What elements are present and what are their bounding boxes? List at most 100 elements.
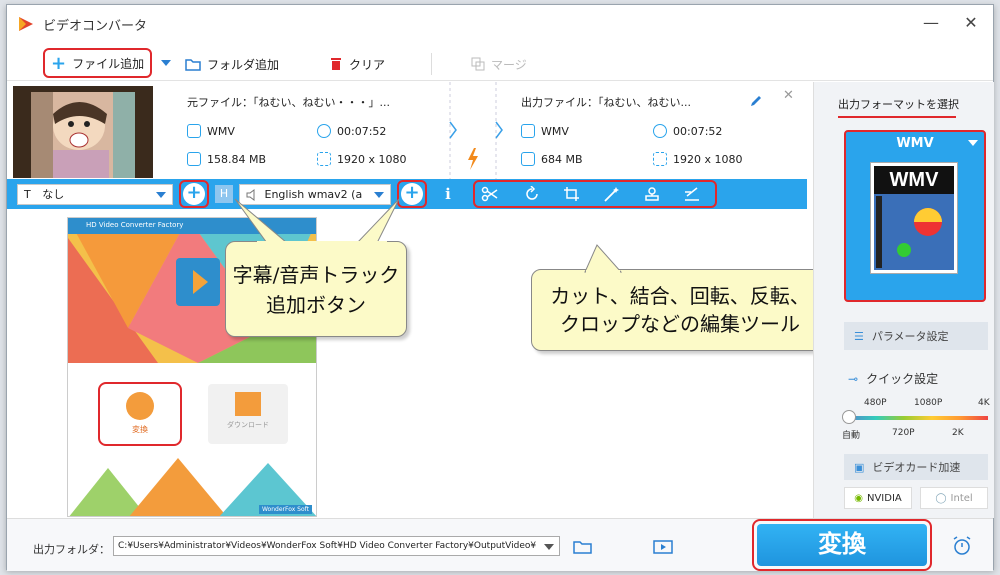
tick-1080p: 1080P — [914, 398, 943, 408]
crop-icon[interactable] — [563, 186, 581, 202]
download-icon — [235, 392, 261, 416]
source-duration: 00:07:52 — [317, 124, 386, 138]
clock-icon — [653, 124, 667, 138]
remove-task-icon[interactable]: ✕ — [783, 88, 794, 103]
magic-wand-icon[interactable] — [603, 186, 621, 202]
close-button[interactable]: ✕ — [957, 13, 985, 35]
app-logo-icon — [19, 17, 33, 31]
output-folder-path[interactable]: C:¥Users¥Administrator¥Videos¥WonderFox … — [113, 536, 560, 556]
intel-label: Intel — [950, 492, 973, 504]
toolbar: + ファイル追加 フォルダ追加 クリア マージ — [7, 43, 993, 81]
edit-name-icon[interactable] — [749, 94, 763, 108]
resolution-icon — [317, 152, 331, 166]
preview-download-label: ダウンロード — [227, 421, 269, 429]
convert-button-highlight: 変換 — [752, 519, 932, 571]
output-folder-label: 出力フォルダ： — [33, 543, 110, 556]
wmv-format-icon: WMV — [870, 162, 958, 274]
quick-settings-title: ⊸ クイック設定 — [848, 370, 938, 387]
gpu-acceleration-button[interactable]: ▣ ビデオカード加速 — [844, 454, 988, 480]
source-file-label: 元ファイル：「ねむい、ねむい・・・」... — [187, 96, 390, 109]
add-folder-button[interactable]: フォルダ追加 — [179, 51, 285, 77]
watermark-stamp-icon[interactable] — [643, 186, 661, 202]
task-item[interactable]: 元ファイル：「ねむい、ねむい・・・」... WMV 00:07:52 158.8… — [7, 82, 807, 180]
chip-icon: ▣ — [854, 460, 865, 474]
output-format-name: WMV — [896, 136, 934, 151]
output-format: WMV — [521, 124, 569, 138]
tick-2k: 2K — [952, 428, 964, 438]
output-format-tab[interactable]: 出力フォーマットを選択 — [838, 96, 959, 112]
folder-size-icon — [521, 152, 535, 166]
quality-slider-handle[interactable] — [842, 410, 856, 424]
nvidia-toggle[interactable]: ◉ NVIDIA — [844, 487, 912, 509]
video-file-icon — [187, 124, 201, 138]
output-resolution: 1920 x 1080 — [653, 152, 743, 166]
edit-tools-callout: カット、結合、回転、反転、クロップなどの編集ツール — [531, 269, 829, 351]
footer-bar: 出力フォルダ： C:¥Users¥Administrator¥Videos¥Wo… — [7, 518, 993, 571]
callout-pointer — [584, 244, 623, 273]
tick-auto: 自動 — [842, 431, 861, 441]
source-duration-value: 00:07:52 — [337, 124, 387, 138]
subtitle-edit-icon[interactable] — [683, 186, 701, 202]
format-sidebar: 出力フォーマットを選択 WMV WMV ☰ パラメータ設定 ⊸ クイック設定 4… — [813, 82, 994, 518]
convert-button[interactable]: 変換 — [757, 524, 927, 566]
merge-button[interactable]: マージ — [465, 51, 533, 77]
open-folder-icon[interactable] — [573, 539, 593, 555]
trash-icon — [331, 58, 341, 70]
film-icon — [126, 392, 154, 420]
edit-toolbar: T なし + H English wmav2 (a + ℹ — [7, 179, 807, 209]
parameter-settings-label: パラメータ設定 — [871, 330, 949, 343]
merge-label: マージ — [491, 57, 527, 72]
source-format-value: WMV — [207, 124, 235, 138]
clear-label: クリア — [349, 57, 386, 72]
add-subtitle-button[interactable]: + — [183, 183, 205, 205]
clear-button[interactable]: クリア — [323, 51, 391, 77]
clock-icon — [317, 124, 331, 138]
info-icon[interactable]: ℹ — [439, 186, 457, 202]
alarm-clock-icon[interactable] — [951, 535, 973, 557]
output-file-label: 出力ファイル：「ねむい、ねむい... — [521, 96, 691, 109]
wmv-format-text: WMV — [889, 169, 939, 191]
source-format: WMV — [187, 124, 235, 138]
preview-convert-label: 変換 — [132, 425, 148, 434]
folder-icon — [185, 59, 201, 71]
add-folder-label: フォルダ追加 — [207, 57, 280, 72]
plus-icon: + — [51, 52, 67, 74]
parameter-settings-button[interactable]: ☰ パラメータ設定 — [844, 322, 988, 350]
intel-logo-icon: ◯ — [935, 492, 947, 504]
quick-settings-label: クイック設定 — [866, 372, 939, 386]
subtitle-select[interactable]: T なし — [17, 184, 173, 205]
chevron-down-icon — [968, 140, 978, 146]
add-file-label: ファイル追加 — [72, 56, 145, 71]
subtitle-audio-callout: 字幕/音声トラック追加ボタン — [225, 241, 407, 337]
add-file-button[interactable]: + ファイル追加 — [43, 48, 153, 78]
video-folder-icon[interactable] — [653, 539, 673, 555]
output-size: 684 MB — [521, 152, 583, 166]
sliders-icon: ☰ — [854, 329, 864, 343]
gpu-acceleration-label: ビデオカード加速 — [872, 461, 961, 474]
preview-download-tile: ダウンロード — [208, 384, 288, 444]
output-format-selector[interactable]: WMV WMV — [844, 130, 986, 302]
thumbnail-image — [13, 86, 153, 178]
video-thumbnail[interactable] — [13, 86, 153, 178]
scissors-icon[interactable] — [481, 186, 499, 202]
nvidia-logo-icon: ◉ — [854, 492, 863, 504]
edit-tools-callout-text: カット、結合、回転、反転、クロップなどの編集ツール — [550, 284, 810, 336]
window-title: ビデオコンバータ — [43, 19, 148, 34]
nvidia-label: NVIDIA — [866, 492, 902, 504]
resolution-icon — [653, 152, 667, 166]
output-resolution-value: 1920 x 1080 — [673, 152, 743, 166]
rotate-icon[interactable] — [523, 186, 541, 202]
tick-480p: 480P — [864, 398, 887, 408]
add-file-dropdown-icon[interactable] — [161, 60, 171, 66]
minimize-button[interactable]: — — [917, 13, 945, 35]
folder-size-icon — [187, 152, 201, 166]
source-size: 158.84 MB — [187, 152, 266, 166]
source-size-value: 158.84 MB — [207, 152, 267, 166]
intel-toggle[interactable]: ◯ Intel — [920, 487, 988, 509]
tick-4k: 4K — [978, 398, 990, 408]
chevron-down-icon[interactable] — [544, 544, 554, 550]
preview-brand: WonderFox Soft — [258, 505, 312, 514]
output-duration-value: 00:07:52 — [673, 124, 723, 138]
app-window: ビデオコンバータ — ✕ + ファイル追加 フォルダ追加 クリア マージ 元ファ… — [6, 4, 994, 571]
quality-slider[interactable] — [848, 416, 988, 420]
